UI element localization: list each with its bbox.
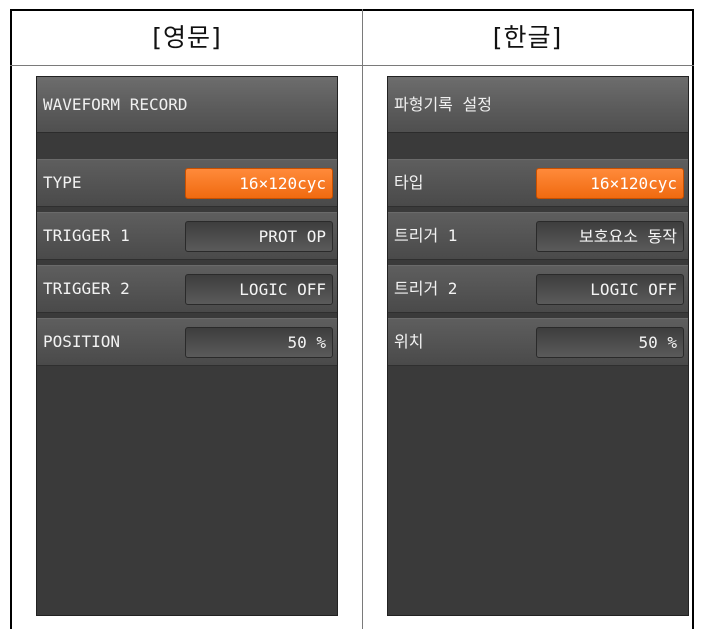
setting-row-trigger-1[interactable]: TRIGGER 1 PROT OP [37,212,337,260]
setting-row-position[interactable]: 위치 50 % [388,318,688,366]
setting-label: 트리거 1 [394,226,458,245]
setting-label: 타입 [394,173,424,192]
english-device-screen: WAVEFORM RECORD TYPE 16×120cyc TRIGGER 1… [36,76,338,616]
setting-row-type[interactable]: TYPE 16×120cyc [37,159,337,207]
setting-value-field[interactable]: 16×120cyc [185,168,333,199]
screen-title: 파형기록 설정 [388,77,688,133]
setting-value-field[interactable]: LOGIC OFF [185,274,333,305]
setting-label: TRIGGER 1 [43,226,130,245]
setting-value-field[interactable]: 16×120cyc [536,168,684,199]
screen-title: WAVEFORM RECORD [37,77,337,133]
setting-label: 위치 [394,332,424,351]
setting-label: TYPE [43,173,82,192]
korean-device-screen: 파형기록 설정 타입 16×120cyc 트리거 1 보호요소 동작 트리거 2… [387,76,689,616]
setting-value-field[interactable]: 보호요소 동작 [536,221,684,252]
setting-row-trigger-2[interactable]: 트리거 2 LOGIC OFF [388,265,688,313]
setting-value-field[interactable]: 50 % [536,327,684,358]
setting-row-type[interactable]: 타입 16×120cyc [388,159,688,207]
setting-label: POSITION [43,332,121,351]
setting-row-trigger-1[interactable]: 트리거 1 보호요소 동작 [388,212,688,260]
setting-value-field[interactable]: 50 % [185,327,333,358]
setting-label: TRIGGER 2 [43,279,130,298]
setting-row-position[interactable]: POSITION 50 % [37,318,337,366]
english-column-header: [영문] [152,23,222,52]
setting-row-trigger-2[interactable]: TRIGGER 2 LOGIC OFF [37,265,337,313]
header-divider [10,65,694,66]
korean-column-header: [한글] [492,23,563,52]
setting-value-field[interactable]: PROT OP [185,221,333,252]
setting-value-field[interactable]: LOGIC OFF [536,274,684,305]
setting-label: 트리거 2 [394,279,458,298]
column-divider [362,9,363,629]
